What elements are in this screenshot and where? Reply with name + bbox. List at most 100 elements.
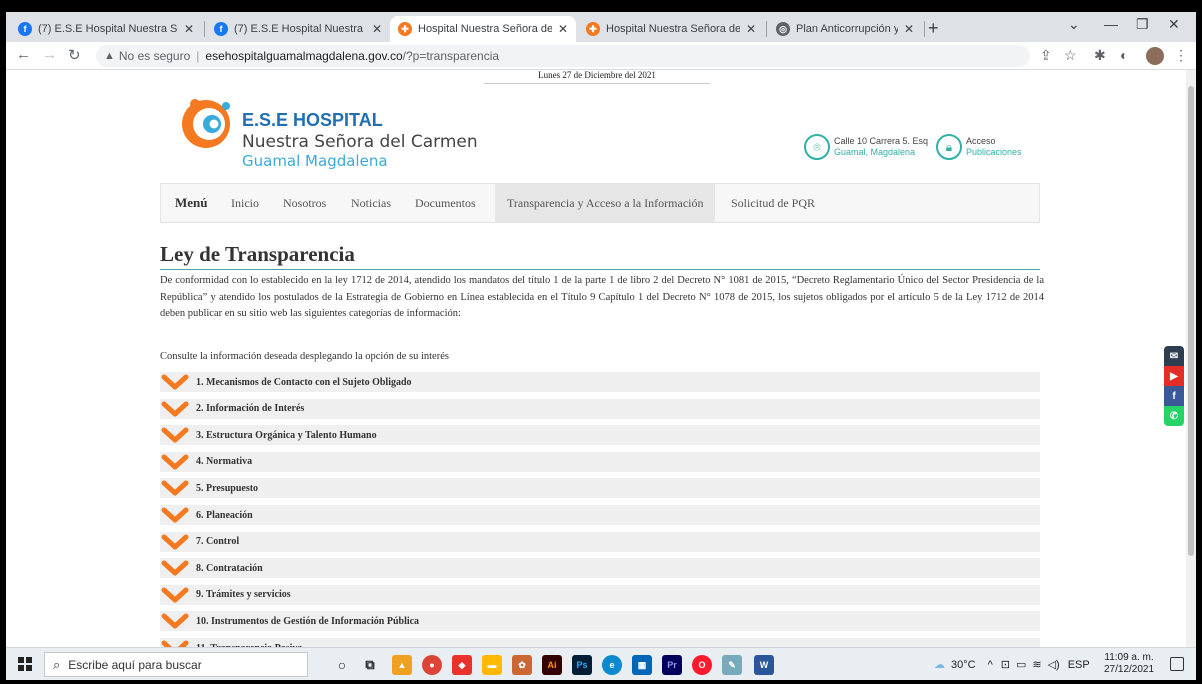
tab-facebook-1[interactable]: f (7) E.S.E Hospital Nuestra Señora ✕ [10, 16, 202, 42]
taskbar-clock[interactable]: 11:09 a. m. 27/12/2021 [1104, 652, 1154, 676]
facebook-icon: f [214, 22, 228, 36]
address-contact[interactable]: ⌾ Calle 10 Carrera 5. Esq Guamal, Magdal… [804, 134, 928, 160]
volume-icon[interactable]: ◁) [1048, 658, 1060, 671]
forward-button[interactable]: → [42, 46, 57, 63]
tab-separator [924, 21, 925, 37]
hospital-icon: ✚ [398, 22, 412, 36]
address-line2: Guamal, Magdalena [834, 147, 916, 157]
accordion-label: 7. Control [196, 536, 240, 548]
address-host: esehospitalguamalmagdalena.gov.co [205, 49, 403, 63]
photos-icon[interactable]: ✿ [512, 655, 532, 675]
vlc-icon[interactable]: ▲ [392, 655, 412, 675]
accordion-item[interactable]: 8. Contratación [160, 558, 1040, 579]
chrome-icon[interactable]: ● [422, 655, 442, 675]
globe-icon: ◎ [776, 22, 790, 36]
extension-puzzle-icon[interactable]: ◐ [1120, 47, 1128, 63]
address-bar[interactable]: ▲ No es seguro | esehospitalguamalmagdal… [96, 45, 1030, 67]
file-explorer-icon[interactable]: ▬ [482, 655, 502, 675]
profile-avatar[interactable] [1146, 47, 1164, 65]
accordion-label: 1. Mecanismos de Contacto con el Sujeto … [196, 376, 412, 388]
minimize-button[interactable]: — [1104, 16, 1118, 32]
store-icon[interactable]: ▦ [632, 655, 652, 675]
menu-item-noticias[interactable]: Noticias [351, 184, 391, 222]
battery-icon[interactable]: ▭ [1016, 658, 1026, 671]
page-scrollbar[interactable] [1186, 70, 1196, 647]
menu-kebab-icon[interactable]: ⋮ [1174, 47, 1188, 64]
whatsapp-icon[interactable]: ✆ [1164, 406, 1184, 426]
chevron-up-icon[interactable]: ^ [988, 659, 993, 671]
tab-search-icon[interactable]: ⌄ [1068, 16, 1080, 33]
browser-window: f (7) E.S.E Hospital Nuestra Señora ✕ f … [6, 12, 1196, 680]
menu-item-nosotros[interactable]: Nosotros [283, 184, 326, 222]
restore-button[interactable]: ❐ [1136, 16, 1149, 33]
close-icon[interactable]: ✕ [746, 22, 756, 36]
accordion-label: 3. Estructura Orgánica y Talento Humano [196, 429, 377, 441]
new-tab-button[interactable]: + [928, 18, 939, 39]
back-button[interactable]: ← [16, 46, 31, 63]
access-publications-link[interactable]: 🔒︎ Acceso Publicaciones [936, 134, 1022, 160]
reload-button[interactable]: ↻ [68, 46, 81, 64]
menu-item-transparencia[interactable]: Transparencia y Acceso a la Información [495, 184, 716, 222]
taskbar-search-placeholder: Escribe aquí para buscar [68, 657, 202, 672]
anydesk-icon[interactable]: ◆ [452, 655, 472, 675]
premiere-icon[interactable]: Pr [662, 655, 682, 675]
accordion-item[interactable]: 1. Mecanismos de Contacto con el Sujeto … [160, 372, 1040, 392]
accordion-item[interactable]: 11. Transparencia Pasiva [160, 638, 1040, 647]
address-divider: | [196, 49, 200, 63]
notifications-icon[interactable] [1170, 657, 1184, 671]
tab-plan-anticorrupcion[interactable]: ◎ Plan Anticorrupción y de Atenció ✕ [768, 16, 922, 42]
accordion-item[interactable]: 2. Información de Interés [160, 398, 1040, 419]
accordion-item[interactable]: 7. Control [160, 531, 1040, 552]
wifi-icon[interactable]: ≋ [1032, 658, 1041, 671]
chevron-down-icon [161, 560, 189, 576]
extensions-icon[interactable]: ✱ [1094, 47, 1106, 64]
accordion-item[interactable]: 4. Normativa [160, 451, 1040, 472]
accordion-item[interactable]: 6. Planeación [160, 505, 1040, 525]
tab-separator [204, 21, 205, 37]
youtube-icon[interactable]: ▶ [1164, 366, 1184, 386]
taskbar-search-box[interactable]: ⌕ Escribe aquí para buscar [44, 652, 308, 677]
menu-item-inicio[interactable]: Inicio [231, 184, 259, 222]
task-view-icon[interactable]: ⧉ [360, 655, 380, 675]
tab-hospital-2[interactable]: ✚ Hospital Nuestra Señora del Carm ✕ [578, 16, 764, 42]
scrollbar-thumb[interactable] [1188, 86, 1194, 556]
language-indicator[interactable]: ESP [1068, 659, 1090, 671]
close-icon[interactable]: ✕ [184, 22, 194, 36]
hospital-logo-icon [182, 99, 230, 148]
page-viewport: Lunes 27 de Diciembre del 2021 E.S.E HOS… [6, 70, 1196, 647]
edge-icon[interactable]: e [602, 655, 622, 675]
chevron-down-icon [161, 507, 189, 523]
close-icon[interactable]: ✕ [372, 22, 382, 36]
close-icon[interactable]: ✕ [904, 22, 914, 36]
accordion-item[interactable]: 3. Estructura Orgánica y Talento Humano [160, 425, 1040, 446]
accordion-item[interactable]: 10. Instrumentos de Gestión de Informaci… [160, 611, 1040, 632]
cortana-icon[interactable]: ○ [332, 655, 352, 675]
opera-icon[interactable]: O [692, 655, 712, 675]
windows-taskbar: ⌕ Escribe aquí para buscar ○ ⧉ ▲ ● ◆ ▬ ✿… [6, 647, 1196, 680]
facebook-icon[interactable]: f [1164, 386, 1184, 406]
tab-hospital-active[interactable]: ✚ Hospital Nuestra Señora del Carm ✕ [390, 16, 576, 42]
accordion-item[interactable]: 5. Presupuesto [160, 478, 1040, 499]
chevron-down-icon [161, 613, 189, 629]
bookmark-star-icon[interactable]: ☆ [1064, 47, 1077, 64]
menu-item-documentos[interactable]: Documentos [415, 184, 476, 222]
paint-icon[interactable]: ✎ [722, 655, 742, 675]
email-icon[interactable]: ✉ [1164, 346, 1184, 366]
menu-item-pqr[interactable]: Solicitud de PQR [731, 184, 815, 222]
share-icon[interactable]: ⇪ [1040, 47, 1052, 64]
chevron-down-icon [161, 640, 189, 647]
intro-paragraph: De conformidad con lo establecido en la … [160, 275, 1044, 319]
close-icon[interactable]: ✕ [558, 22, 568, 36]
temperature[interactable]: 30°C [951, 659, 976, 671]
weather-icon[interactable]: ☁ [934, 658, 945, 671]
menu-brand: Menú [175, 195, 208, 210]
network-icon[interactable]: ⊡ [1001, 658, 1010, 671]
word-icon[interactable]: W [754, 655, 774, 675]
tab-facebook-2[interactable]: f (7) E.S.E Hospital Nuestra Señora ✕ [206, 16, 390, 42]
windows-start-icon[interactable] [18, 657, 32, 671]
accordion-label: 10. Instrumentos de Gestión de Informaci… [196, 615, 420, 627]
accordion-item[interactable]: 9. Trámites y servicios [160, 584, 1040, 605]
photoshop-icon[interactable]: Ps [572, 655, 592, 675]
illustrator-icon[interactable]: Ai [542, 655, 562, 675]
window-close-button[interactable]: ✕ [1168, 16, 1180, 33]
